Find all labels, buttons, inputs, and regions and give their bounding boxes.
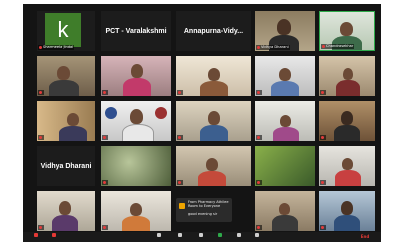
participant-name-label	[102, 135, 108, 140]
participant-initial-avatar: k	[45, 13, 81, 47]
record-button[interactable]	[233, 233, 245, 241]
video-tile[interactable]: Vidhya Dharani	[255, 11, 315, 51]
muted-mic-icon	[257, 45, 260, 49]
video-tile[interactable]	[101, 56, 171, 96]
meeting-window: k Sharmeela Jindal PCT - Varalakshmi Ann…	[23, 4, 381, 242]
participants-icon	[178, 233, 182, 237]
share-screen-button[interactable]	[213, 233, 227, 241]
muted-mic-icon	[321, 225, 324, 229]
muted-mic-icon	[103, 135, 106, 139]
muted-mic-icon	[103, 90, 106, 94]
muted-mic-icon	[257, 180, 260, 184]
video-tile[interactable]	[101, 191, 171, 231]
muted-mic-icon	[257, 90, 260, 94]
muted-mic-icon	[321, 180, 324, 184]
record-icon	[237, 233, 241, 237]
participant-name-label	[38, 225, 44, 230]
muted-mic-icon	[39, 90, 42, 94]
chat-bubble-icon	[199, 233, 203, 237]
muted-mic-icon	[322, 44, 325, 48]
end-meeting-button[interactable]: End	[355, 234, 375, 242]
muted-mic-icon	[257, 225, 260, 229]
participant-name: PCT - Varalakshmi	[105, 27, 167, 35]
participant-name-label: Sharmeela Jindal	[38, 45, 75, 50]
mute-button[interactable]	[29, 233, 43, 241]
participant-name-label	[320, 135, 326, 140]
participant-name-label	[38, 135, 44, 140]
share-screen-icon	[218, 233, 222, 237]
participant-name-label	[102, 90, 108, 95]
muted-mic-icon	[321, 90, 324, 94]
security-button[interactable]	[153, 233, 165, 241]
muted-mic-icon	[178, 135, 181, 139]
microphone-icon	[34, 233, 38, 237]
participant-name-label	[177, 90, 183, 95]
video-tile[interactable]	[37, 191, 95, 231]
video-tile[interactable]	[176, 101, 251, 141]
participant-name-label	[256, 180, 262, 185]
muted-mic-icon	[103, 180, 106, 184]
muted-mic-icon	[257, 135, 260, 139]
participant-name-label	[320, 90, 326, 95]
video-tile[interactable]	[319, 146, 375, 186]
chat-notification-message: good evening sir	[188, 212, 218, 216]
camera-icon	[52, 233, 56, 237]
video-tile[interactable]: Vidhya Dharani	[37, 146, 95, 186]
video-tile[interactable]	[319, 101, 375, 141]
participant-name: Vidhya Dharani	[40, 162, 92, 170]
shield-icon	[157, 233, 161, 237]
video-tile[interactable]	[255, 101, 315, 141]
end-meeting-label: End	[360, 234, 370, 239]
video-tile[interactable]: Annapurna-Vidy...	[176, 11, 251, 51]
muted-mic-icon	[39, 225, 42, 229]
reactions-icon	[255, 233, 259, 237]
participant-name-label	[320, 180, 326, 185]
muted-mic-icon	[178, 180, 181, 184]
participant-name-label	[102, 180, 108, 185]
video-tile[interactable]	[255, 191, 315, 231]
participant-name-label	[256, 135, 262, 140]
video-tile[interactable]	[37, 56, 95, 96]
video-tile[interactable]	[37, 101, 95, 141]
chat-notification-subtitle: Room to Everyone	[188, 204, 221, 208]
muted-mic-icon	[39, 135, 42, 139]
participant-name-label: Vidhya Dharani	[256, 45, 290, 50]
muted-mic-icon	[103, 225, 106, 229]
start-video-button[interactable]	[47, 233, 61, 241]
participant-name-label	[38, 90, 44, 95]
video-tile[interactable]	[255, 56, 315, 96]
reactions-button[interactable]	[251, 233, 263, 241]
participant-name: Annapurna-Vidy...	[183, 27, 244, 35]
participant-name-label	[256, 225, 262, 230]
participants-button[interactable]	[171, 233, 189, 241]
video-tile[interactable]	[101, 101, 171, 141]
chat-notification[interactable]: From Pharmacy Athilee Room to Everyone g…	[176, 198, 232, 222]
video-tile[interactable]	[319, 191, 375, 231]
participant-name-label: Chandrasekhar	[321, 44, 355, 49]
participant-name-label	[320, 225, 326, 230]
meeting-toolbar: End	[23, 232, 381, 242]
video-tile[interactable]	[319, 56, 375, 96]
video-tile[interactable]	[176, 146, 251, 186]
video-tile[interactable]	[101, 146, 171, 186]
chat-icon	[179, 203, 185, 209]
video-tile[interactable]: PCT - Varalakshmi	[101, 11, 171, 51]
video-tile[interactable]: Chandrasekhar	[319, 11, 375, 51]
participant-name-label	[177, 135, 183, 140]
muted-mic-icon	[178, 90, 181, 94]
participant-name-label	[102, 225, 108, 230]
chat-button[interactable]	[195, 233, 207, 241]
video-tile[interactable]: k Sharmeela Jindal	[37, 11, 95, 51]
video-tile[interactable]	[176, 56, 251, 96]
muted-mic-icon	[321, 135, 324, 139]
participant-name-label	[256, 90, 262, 95]
participant-initial: k	[57, 17, 69, 42]
video-tile[interactable]	[255, 146, 315, 186]
participant-name-label	[177, 180, 183, 185]
muted-mic-icon	[39, 45, 42, 49]
